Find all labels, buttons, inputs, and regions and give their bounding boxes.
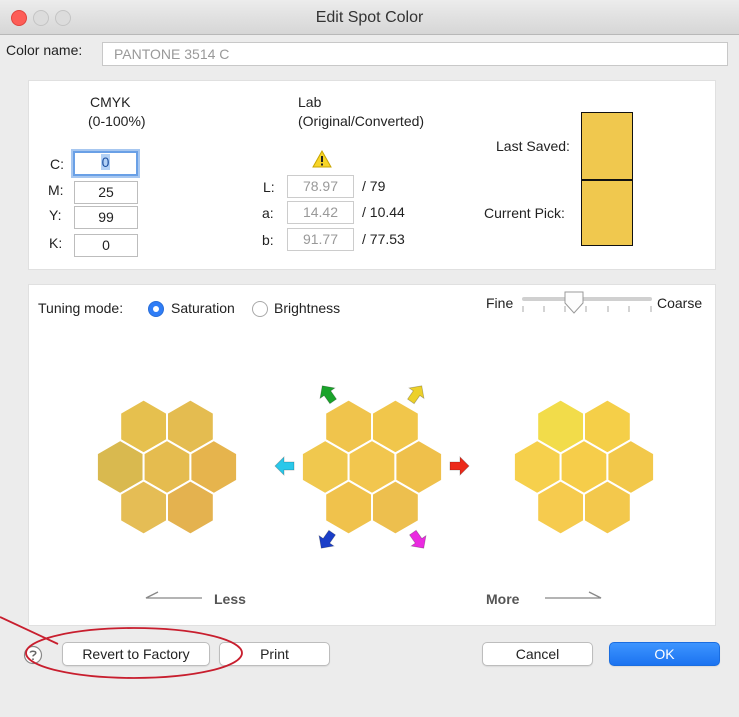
red-arrow-icon[interactable] <box>449 456 470 476</box>
cyan-arrow-icon[interactable] <box>274 456 295 476</box>
cancel-button[interactable]: Cancel <box>482 642 593 666</box>
green-arrow-icon[interactable] <box>315 381 341 407</box>
yellow-arrow-icon[interactable] <box>403 381 429 407</box>
annotation-pointer-line <box>0 616 59 645</box>
magenta-arrow-icon[interactable] <box>405 527 431 553</box>
more-arrow-icon <box>545 591 602 599</box>
more-label: More <box>486 591 520 607</box>
ok-button[interactable]: OK <box>609 642 720 666</box>
highlight-annotation <box>0 616 243 679</box>
blue-arrow-icon[interactable] <box>314 527 340 553</box>
annotation-ellipse <box>25 627 243 679</box>
